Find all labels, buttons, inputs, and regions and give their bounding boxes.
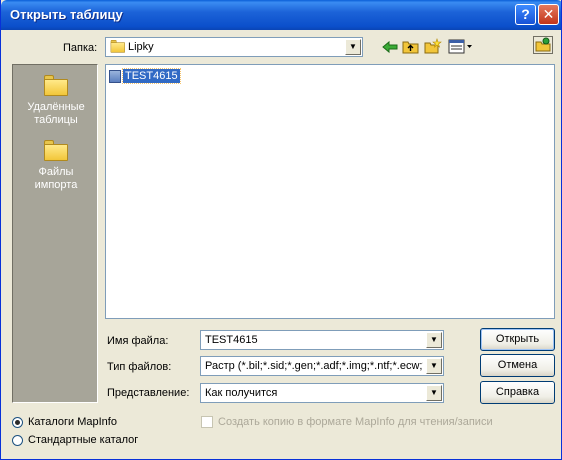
- places-item-label: Файлы: [38, 166, 74, 178]
- filename-label: Имя файла:: [107, 335, 169, 347]
- close-button[interactable]: ✕: [538, 4, 559, 25]
- help-button[interactable]: Справка: [480, 381, 555, 404]
- view-menu-icon[interactable]: [448, 39, 474, 55]
- cancel-button[interactable]: Отмена: [480, 354, 555, 377]
- places-item-label: Удалённые: [27, 101, 85, 113]
- folder-icon: [43, 140, 69, 162]
- folder-label: Папка:: [63, 42, 98, 54]
- window-title: Открыть таблицу: [10, 7, 123, 22]
- places-item-label: импорта: [34, 179, 78, 191]
- folder-icon: [110, 40, 126, 55]
- filename-field[interactable]: TEST4615 ▼: [200, 330, 444, 350]
- file-name: TEST4615: [122, 68, 181, 84]
- list-item[interactable]: TEST4615: [109, 68, 181, 85]
- radio-button[interactable]: [12, 416, 23, 428]
- mapinfo-places-icon[interactable]: [533, 36, 553, 54]
- places-item-import-files[interactable]: Файлы импорта: [13, 140, 99, 192]
- view-value: Как получится: [205, 387, 278, 399]
- folder-icon: [43, 75, 69, 97]
- view-dropdown[interactable]: Как получится ▼: [200, 383, 444, 403]
- open-table-dialog: Открыть таблицу ? ✕ Папка: Lipky ▼ Удалё…: [0, 0, 562, 460]
- radio-label: Каталоги MapInfo: [28, 416, 117, 429]
- radio-label: Стандартные каталог: [28, 434, 139, 447]
- view-label: Представление:: [107, 387, 190, 399]
- filename-value: TEST4615: [205, 334, 258, 346]
- raster-file-icon: [109, 69, 121, 83]
- folder-dropdown-value: Lipky: [128, 41, 154, 53]
- radio-mapinfo-dirs[interactable]: Каталоги MapInfo: [12, 416, 117, 430]
- folder-dropdown[interactable]: Lipky ▼: [105, 37, 363, 57]
- help-title-button[interactable]: ?: [515, 4, 536, 25]
- file-list[interactable]: TEST4615: [105, 64, 555, 319]
- copy-checkbox-row: Создать копию в формате MapInfo для чтен…: [201, 416, 493, 429]
- open-button[interactable]: Открыть: [480, 328, 555, 351]
- chevron-down-icon[interactable]: ▼: [426, 385, 442, 401]
- chevron-down-icon[interactable]: ▼: [345, 39, 361, 55]
- copy-checkbox: [201, 416, 213, 429]
- back-arrow-icon[interactable]: [381, 39, 399, 55]
- up-folder-icon[interactable]: [402, 38, 420, 54]
- places-item-remote-tables[interactable]: Удалённые таблицы: [13, 75, 99, 127]
- places-bar: Удалённые таблицы Файлы импорта: [12, 64, 98, 403]
- filetype-label: Тип файлов:: [107, 361, 172, 373]
- radio-button[interactable]: [12, 434, 23, 446]
- new-folder-icon[interactable]: [424, 38, 442, 54]
- filetype-dropdown[interactable]: Растр (*.bil;*.sid;*.gen;*.adf;*.img;*.n…: [200, 356, 444, 376]
- title-bar[interactable]: Открыть таблицу ? ✕: [1, 0, 561, 30]
- copy-checkbox-label: Создать копию в формате MapInfo для чтен…: [218, 416, 493, 428]
- chevron-down-icon[interactable]: ▼: [426, 332, 442, 348]
- places-item-label: таблицы: [34, 114, 78, 126]
- radio-standard-dirs[interactable]: Стандартные каталог: [12, 434, 138, 448]
- chevron-down-icon[interactable]: ▼: [426, 358, 442, 374]
- filetype-value: Растр (*.bil;*.sid;*.gen;*.adf;*.img;*.n…: [205, 360, 423, 372]
